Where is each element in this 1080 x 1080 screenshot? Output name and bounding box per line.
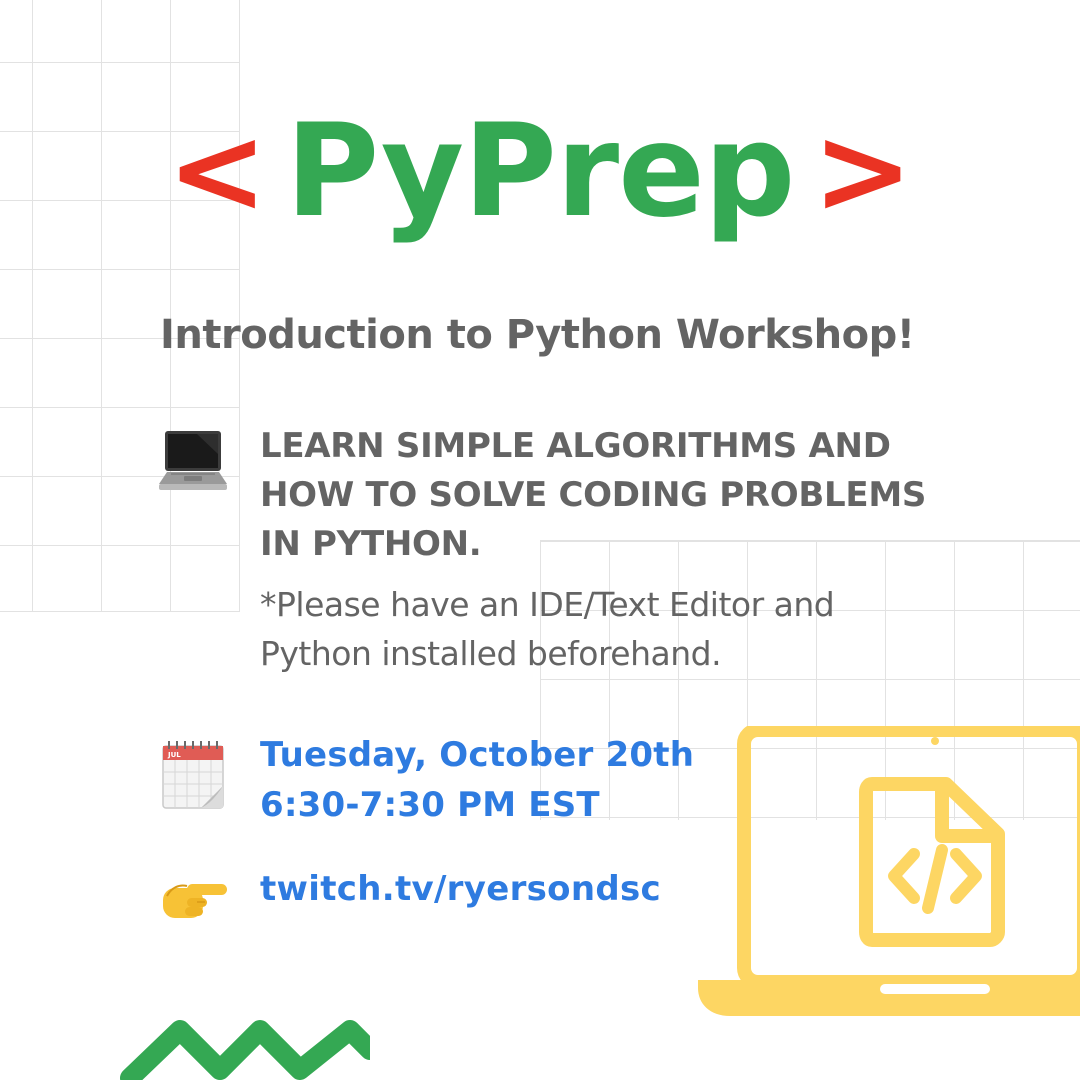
calendar-month-label: JUL [167, 751, 181, 759]
event-time: 6:30-7:30 PM EST [260, 785, 600, 825]
learning-goal-line-1: LEARN SIMPLE ALGORITHMS AND [260, 426, 891, 466]
code-laptop-illustration-icon [698, 726, 1080, 1016]
event-date-time: Tuesday, October 20th 6:30-7:30 PM EST [260, 730, 694, 830]
event-title: < PyPrep > [0, 92, 1080, 252]
zigzag-decoration-icon [120, 1020, 370, 1080]
learning-goal-line-2: HOW TO SOLVE CODING PROBLEMS [260, 475, 927, 515]
learning-goal-text: LEARN SIMPLE ALGORITHMS AND HOW TO SOLVE… [260, 422, 980, 569]
left-bracket: < [166, 102, 268, 241]
stream-link[interactable]: twitch.tv/ryersondsc [260, 864, 661, 914]
prerequisite-note-line-1: *Please have an IDE/Text Editor and [260, 585, 835, 624]
right-bracket: > [812, 102, 914, 241]
prerequisite-note: *Please have an IDE/Text Editor and Pyth… [260, 580, 960, 678]
pointing-hand-emoji-icon [163, 884, 227, 918]
prerequisite-note-line-2: Python installed beforehand. [260, 634, 722, 673]
laptop-emoji-icon [159, 431, 227, 490]
event-date: Tuesday, October 20th [260, 735, 695, 775]
workshop-subtitle: Introduction to Python Workshop! [160, 312, 915, 358]
title-text: PyPrep [285, 97, 796, 246]
calendar-emoji-icon: JUL [162, 741, 224, 809]
learning-goal-line-3: IN PYTHON. [260, 524, 482, 564]
